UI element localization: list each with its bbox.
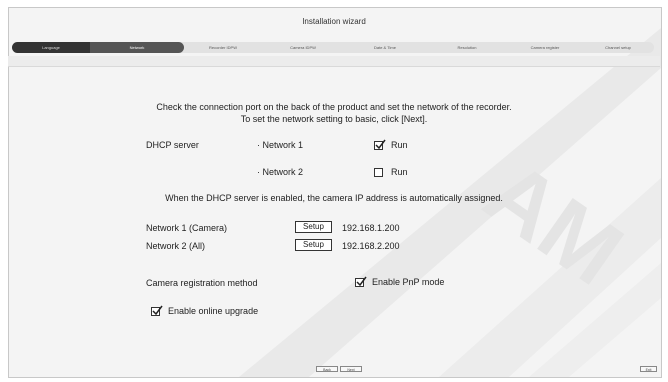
dhcp-network-2-run-label: Run <box>391 167 408 177</box>
dhcp-network-1-run-label: Run <box>391 140 408 150</box>
network-1-setup-button[interactable]: Setup <box>295 221 332 233</box>
wizard-title: Installation wizard <box>302 17 366 26</box>
checkmark-icon <box>152 305 163 316</box>
step-camera-register[interactable]: Camera register <box>508 42 582 53</box>
online-upgrade-label: Enable online upgrade <box>168 306 259 316</box>
step-resolution[interactable]: Resolution <box>426 42 508 53</box>
enable-pnp-label: Enable PnP mode <box>372 277 445 287</box>
dhcp-server-label: DHCP server <box>146 140 199 150</box>
next-button[interactable]: Next <box>340 366 362 372</box>
step-progress-bar: Language Network Recorder IDPW Camera ID… <box>12 42 654 53</box>
network-2-setup-button[interactable]: Setup <box>295 239 332 251</box>
exit-button[interactable]: Exit <box>640 366 657 372</box>
network-2-label: Network 2 (All) <box>146 241 206 251</box>
network-1-ip: 192.168.1.200 <box>342 223 400 233</box>
step-camera-idpw[interactable]: Camera IDPW <box>262 42 344 53</box>
step-date-time[interactable]: Date & Time <box>344 42 426 53</box>
intro-line-1: Check the connection port on the back of… <box>156 102 512 112</box>
dhcp-note: When the DHCP server is enabled, the cam… <box>165 193 503 203</box>
network-1-label: Network 1 (Camera) <box>146 223 228 233</box>
svg-text:AM: AM <box>468 142 640 304</box>
step-channel-setup[interactable]: Channel setup <box>582 42 654 53</box>
checkmark-icon <box>356 276 367 287</box>
intro-line-2: To set the network setting to basic, cli… <box>240 114 428 124</box>
network-2-ip: 192.168.2.200 <box>342 241 400 251</box>
online-upgrade-checkbox[interactable] <box>151 305 163 316</box>
dhcp-network-1-run-checkbox[interactable] <box>374 139 386 150</box>
back-button[interactable]: Back <box>316 366 338 372</box>
enable-pnp-checkbox[interactable] <box>355 276 367 287</box>
header-divider <box>8 56 660 67</box>
step-recorder-idpw[interactable]: Recorder IDPW <box>184 42 262 53</box>
dhcp-network-1-label: · Network 1 <box>257 140 304 150</box>
dhcp-network-2-label: · Network 2 <box>257 167 304 177</box>
camera-registration-label: Camera registration method <box>146 278 258 288</box>
step-network[interactable]: Network <box>90 42 184 53</box>
dhcp-network-2-run-checkbox[interactable] <box>374 168 383 177</box>
checkmark-icon <box>375 139 386 150</box>
step-language[interactable]: Language <box>12 42 90 53</box>
